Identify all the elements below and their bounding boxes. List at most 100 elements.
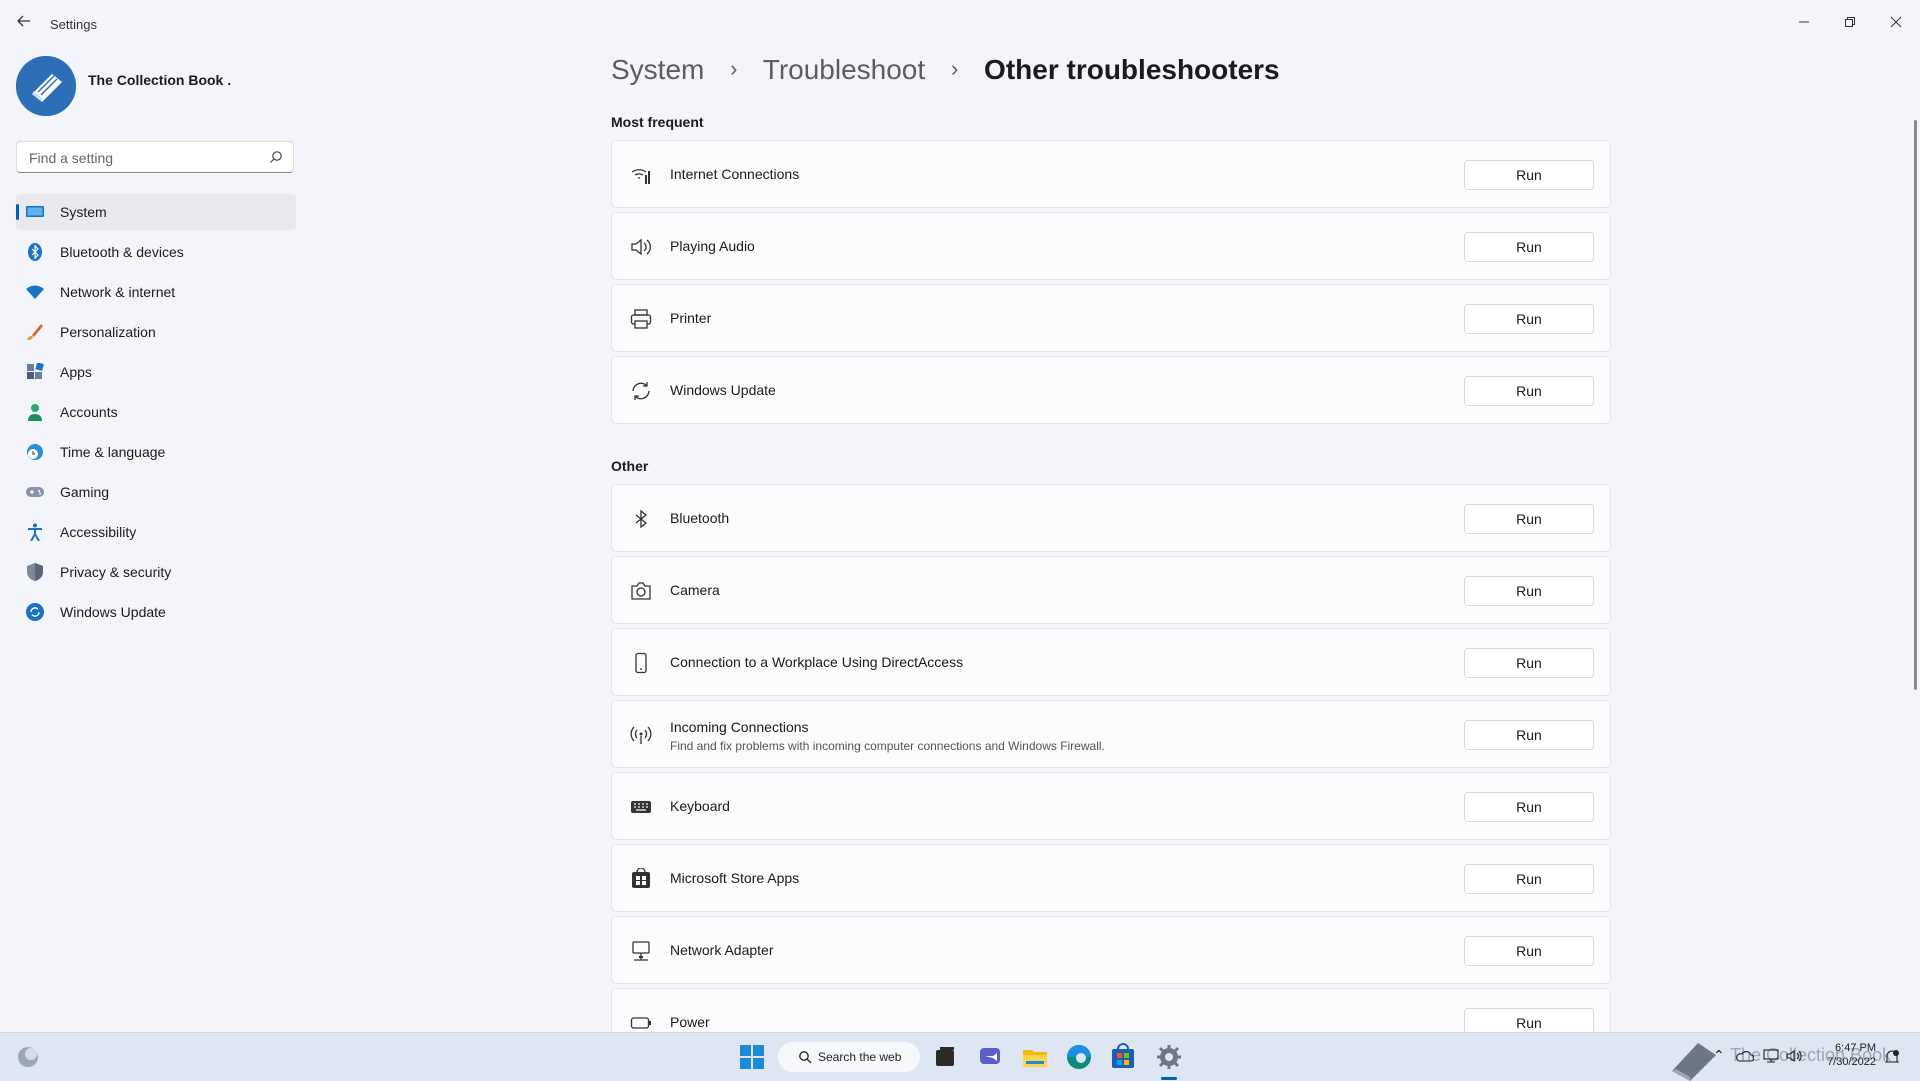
sidebar-item-system[interactable]: System — [16, 194, 296, 230]
wifi-icon — [26, 285, 44, 299]
search-box[interactable] — [16, 141, 294, 173]
troubleshooter-internet-connections: Internet Connections Run — [611, 140, 1611, 208]
keyboard-icon — [631, 801, 651, 813]
sidebar-item-gaming[interactable]: Gaming — [16, 474, 296, 510]
run-button[interactable]: Run — [1464, 504, 1594, 534]
sidebar-item-label: Time & language — [60, 444, 166, 460]
bluetooth-icon — [635, 509, 648, 529]
chevron-right-icon: › — [950, 56, 959, 81]
network-adapter-icon — [632, 941, 650, 961]
taskbar-search[interactable]: Search the web — [778, 1042, 920, 1072]
settings-gear-icon[interactable] — [1155, 1043, 1183, 1071]
run-button[interactable]: Run — [1464, 304, 1594, 334]
sidebar-item-privacy[interactable]: Privacy & security — [16, 554, 296, 590]
taskbar-search-label: Search the web — [818, 1050, 902, 1064]
back-arrow-icon[interactable] — [14, 14, 34, 34]
notification-bell-icon[interactable] — [1884, 1049, 1900, 1065]
microsoft-store-icon[interactable] — [1109, 1043, 1137, 1071]
troubleshooter-incoming-connections: Incoming Connections Find and fix proble… — [611, 700, 1611, 768]
troubleshooter-printer: Printer Run — [611, 284, 1611, 352]
widgets-icon[interactable] — [14, 1043, 42, 1071]
troubleshooter-windows-update: Windows Update Run — [611, 356, 1611, 424]
volume-icon[interactable] — [1786, 1049, 1804, 1063]
run-button[interactable]: Run — [1464, 792, 1594, 822]
task-view-icon[interactable] — [931, 1043, 959, 1071]
restore-icon — [1845, 17, 1855, 27]
clock[interactable]: 6:47 PM 7/30/2022 — [1827, 1041, 1876, 1069]
app-title: Settings — [50, 17, 97, 32]
accounts-icon — [28, 404, 42, 421]
breadcrumb-troubleshoot[interactable]: Troubleshoot — [763, 54, 925, 85]
sidebar-item-network[interactable]: Network & internet — [16, 274, 296, 310]
sidebar-item-windows-update[interactable]: Windows Update — [16, 594, 296, 630]
book-logo-icon — [16, 56, 76, 116]
shield-icon — [27, 563, 43, 581]
run-button[interactable]: Run — [1464, 160, 1594, 190]
sidebar-item-label: Windows Update — [60, 604, 166, 620]
sidebar-item-apps[interactable]: Apps — [16, 354, 296, 390]
title-bar: Settings — [0, 0, 1920, 48]
store-icon — [632, 868, 650, 888]
chevron-up-icon[interactable]: ⌃ — [1713, 1047, 1725, 1064]
phone-icon — [635, 652, 647, 674]
sidebar-item-personalization[interactable]: Personalization — [16, 314, 296, 350]
breadcrumb-system[interactable]: System — [611, 54, 704, 85]
sidebar-item-label: Bluetooth & devices — [60, 244, 184, 260]
bluetooth-icon — [28, 243, 42, 261]
run-button[interactable]: Run — [1464, 576, 1594, 606]
start-icon[interactable] — [738, 1043, 766, 1071]
scrollbar[interactable] — [1914, 120, 1917, 690]
file-explorer-icon[interactable] — [1021, 1043, 1049, 1071]
troubleshooter-playing-audio: Playing Audio Run — [611, 212, 1611, 280]
minimize-button[interactable] — [1781, 8, 1827, 38]
sync-icon — [632, 382, 650, 400]
troubleshooter-title: Incoming Connections — [670, 719, 809, 735]
page-title: Other troubleshooters — [984, 54, 1280, 85]
sidebar-item-label: Network & internet — [60, 284, 176, 300]
run-button[interactable]: Run — [1464, 936, 1594, 966]
search-icon — [270, 151, 282, 163]
camera-icon — [631, 582, 651, 600]
avatar — [16, 56, 76, 116]
sidebar-nav: System Bluetooth & devices Network & int… — [16, 194, 296, 634]
troubleshooter-camera: Camera Run — [611, 556, 1611, 624]
run-button[interactable]: Run — [1464, 648, 1594, 678]
troubleshooter-title: Bluetooth — [670, 510, 730, 526]
close-icon — [1890, 16, 1902, 28]
troubleshooter-store-apps: Microsoft Store Apps Run — [611, 844, 1611, 912]
run-button[interactable]: Run — [1464, 232, 1594, 262]
sidebar-item-accounts[interactable]: Accounts — [16, 394, 296, 430]
troubleshooter-title: Keyboard — [670, 798, 730, 814]
battery-icon — [630, 1017, 651, 1029]
run-button[interactable]: Run — [1464, 864, 1594, 894]
search-input[interactable] — [27, 148, 261, 168]
sidebar-item-bluetooth[interactable]: Bluetooth & devices — [16, 234, 296, 270]
sidebar-item-accessibility[interactable]: Accessibility — [16, 514, 296, 550]
onedrive-icon[interactable] — [1736, 1049, 1754, 1063]
sidebar-item-time-language[interactable]: Time & language — [16, 434, 296, 470]
network-icon[interactable] — [1762, 1049, 1780, 1063]
update-icon — [26, 603, 44, 621]
run-button[interactable]: Run — [1464, 376, 1594, 406]
sidebar-item-label: Gaming — [60, 484, 110, 500]
taskbar: Search the web The Collection Book ⌃ 6:4… — [0, 1032, 1920, 1081]
sidebar-item-label: Accessibility — [60, 524, 137, 540]
troubleshooter-title: Network Adapter — [670, 942, 774, 958]
troubleshooter-title: Internet Connections — [670, 166, 800, 182]
printer-icon — [630, 309, 652, 329]
run-button[interactable]: Run — [1464, 720, 1594, 750]
troubleshooter-title: Power — [670, 1014, 710, 1030]
clock-time: 6:47 PM — [1835, 1042, 1876, 1054]
wifi-signal-icon — [631, 169, 650, 184]
troubleshooter-title: Connection to a Workplace Using DirectAc… — [670, 654, 964, 670]
sidebar-item-label: Personalization — [60, 324, 156, 340]
sidebar-item-label: System — [60, 204, 107, 220]
close-button[interactable] — [1873, 8, 1919, 38]
chat-icon[interactable] — [977, 1043, 1005, 1071]
edge-icon[interactable] — [1065, 1043, 1093, 1071]
troubleshooter-title: Microsoft Store Apps — [670, 870, 800, 886]
restore-button[interactable] — [1827, 8, 1873, 38]
chevron-right-icon: › — [730, 56, 738, 81]
section-most-frequent: Most frequent — [611, 114, 704, 130]
troubleshooter-description: Find and fix problems with incoming comp… — [670, 739, 1105, 753]
